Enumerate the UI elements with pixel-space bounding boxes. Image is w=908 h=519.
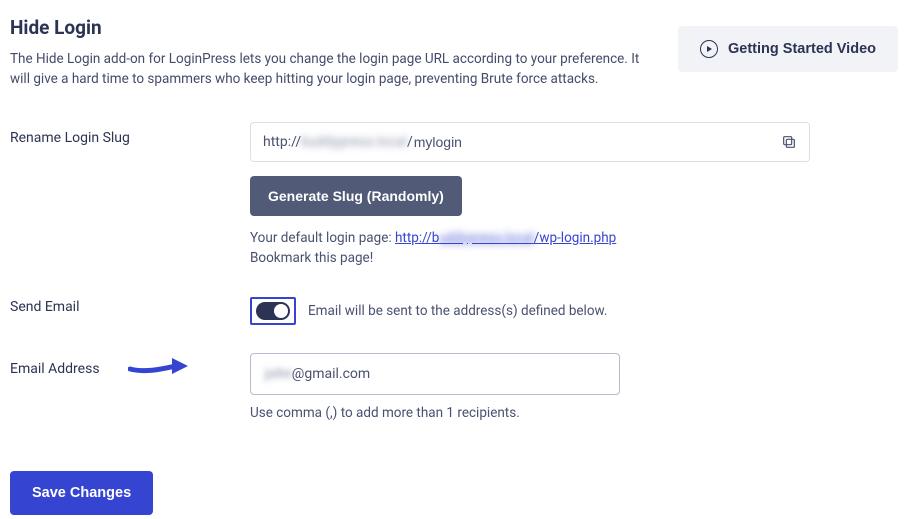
send-email-label: Send Email [10, 297, 250, 315]
send-email-toggle[interactable] [256, 302, 290, 320]
page-description: The Hide Login add-on for LoginPress let… [10, 49, 650, 90]
toggle-knob [274, 304, 288, 318]
login-slug-input[interactable]: http:// buddypress.local / [250, 122, 810, 162]
default-login-link[interactable]: http://buddypress.local/wp-login.php [395, 230, 616, 246]
generate-slug-button[interactable]: Generate Slug (Randomly) [250, 176, 462, 216]
bookmark-text: Bookmark this page! [250, 250, 373, 266]
play-icon [700, 40, 718, 58]
default-login-text: Your default login page: [250, 230, 395, 246]
copy-icon[interactable] [781, 134, 797, 150]
email-hint: Use comma (,) to add more than 1 recipie… [250, 405, 898, 421]
slug-value-field[interactable] [413, 134, 781, 150]
email-suffix: @gmail.com [292, 366, 370, 382]
default-login-hint: Your default login page: http://buddypre… [250, 228, 898, 270]
rename-slug-label: Rename Login Slug [10, 122, 250, 146]
email-address-label: Email Address [10, 353, 250, 377]
email-masked-part: john [265, 366, 292, 382]
page-title: Hide Login [10, 16, 658, 39]
send-email-toggle-highlight [250, 297, 296, 325]
getting-started-video-button[interactable]: Getting Started Video [678, 26, 898, 72]
email-address-input[interactable]: john@gmail.com [250, 353, 620, 395]
video-button-label: Getting Started Video [728, 41, 876, 57]
send-email-description: Email will be sent to the address(s) def… [308, 303, 607, 319]
slug-domain-masked: buddypress.local [301, 134, 407, 150]
slug-prefix: http:// [263, 134, 301, 150]
arrow-annotation-icon [128, 355, 190, 377]
save-changes-button[interactable]: Save Changes [10, 471, 153, 515]
